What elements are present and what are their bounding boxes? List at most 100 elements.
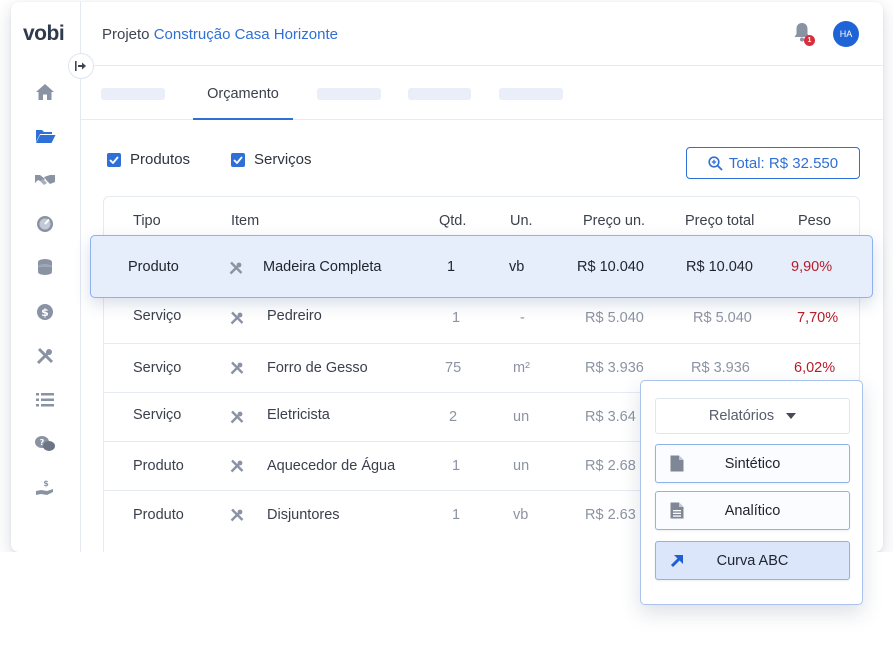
- cell-un: vb: [509, 259, 525, 275]
- tools-icon: [230, 459, 244, 473]
- cell-tipo: Produto: [128, 259, 179, 275]
- cell-item: Madeira Completa: [263, 259, 382, 275]
- report-sintetico-button[interactable]: Sintético: [655, 444, 850, 483]
- cell-qtd: 1: [452, 507, 461, 523]
- list-icon[interactable]: [33, 388, 57, 412]
- hand-dollar-icon[interactable]: $: [33, 476, 57, 500]
- cell-un: un: [513, 458, 530, 474]
- table-row[interactable]: Serviço Pedreiro 1 - R$ 5.040 R$ 5.040 7…: [104, 294, 861, 343]
- col-header[interactable]: Un.: [510, 213, 533, 229]
- tab-placeholder[interactable]: [408, 88, 471, 100]
- cell-item: Pedreiro: [267, 308, 322, 324]
- svg-text:$: $: [43, 479, 49, 488]
- cell-qtd: 2: [449, 409, 458, 425]
- document-lines-icon: [670, 502, 684, 519]
- report-item-label: Sintético: [724, 455, 781, 472]
- tools-icon: [230, 410, 244, 424]
- filter-servicos[interactable]: Serviços: [231, 151, 312, 168]
- cell-item: Aquecedor de Água: [267, 458, 396, 474]
- col-header[interactable]: Item: [231, 213, 259, 229]
- col-header[interactable]: Tipo: [133, 213, 161, 229]
- project-prefix: Projeto: [102, 26, 150, 43]
- cell-item: Eletricista: [267, 407, 330, 423]
- report-item-label: Curva ABC: [716, 552, 789, 569]
- tab-placeholder[interactable]: [499, 88, 563, 100]
- tools-icon: [229, 261, 243, 275]
- document-icon: [670, 455, 684, 472]
- table-row-highlighted[interactable]: Produto Madeira Completa 1 vb R$ 10.040 …: [90, 235, 873, 298]
- cell-preco-un: R$ 3.936: [585, 360, 644, 376]
- cell-qtd: 1: [452, 458, 461, 474]
- cell-tipo: Serviço: [133, 407, 182, 423]
- arrow-right-bar-icon: [75, 61, 86, 71]
- filter-servicos-label: Serviços: [254, 151, 312, 168]
- total-label: Total: R$ 32.550: [728, 154, 839, 172]
- report-curva-abc-button[interactable]: Curva ABC: [655, 541, 850, 580]
- tab-placeholder[interactable]: [317, 88, 381, 100]
- home-icon[interactable]: [33, 80, 57, 104]
- zoom-in-icon: [708, 155, 723, 171]
- cell-preco-total: R$ 3.936: [691, 360, 750, 376]
- checkbox-checked-icon[interactable]: [107, 152, 121, 167]
- tab-bar: Orçamento: [81, 66, 883, 120]
- cell-preco-total: R$ 5.040: [693, 310, 752, 326]
- reports-select-label: Relatórios: [708, 408, 775, 424]
- tools-icon[interactable]: [33, 344, 57, 368]
- report-item-label: Analítico: [724, 502, 781, 519]
- col-header[interactable]: Peso: [798, 213, 831, 229]
- cell-preco-un: R$ 2.68: [585, 458, 636, 474]
- sidebar-toggle-button[interactable]: [68, 53, 94, 79]
- cell-preco-un: R$ 10.040: [577, 259, 644, 275]
- tools-icon: [230, 361, 244, 375]
- cell-peso: 9,90%: [791, 259, 833, 275]
- filter-produtos-label: Produtos: [130, 151, 191, 168]
- handshake-icon[interactable]: [33, 168, 57, 192]
- notification-badge: 1: [804, 35, 815, 46]
- notifications-button[interactable]: 1: [793, 22, 815, 46]
- gauge-icon[interactable]: [33, 212, 57, 236]
- header: Projeto Construção Casa Horizonte 1 HA: [81, 2, 883, 66]
- cell-un: m²: [513, 360, 530, 376]
- tab-placeholder[interactable]: [101, 88, 165, 100]
- arrow-up-right-icon: [670, 555, 683, 568]
- project-name-link[interactable]: Construção Casa Horizonte: [154, 26, 338, 43]
- cell-un: -: [520, 310, 525, 326]
- col-header[interactable]: Preço total: [685, 213, 754, 229]
- page-title: Projeto Construção Casa Horizonte: [102, 26, 338, 43]
- dollar-coin-icon[interactable]: $: [33, 300, 57, 324]
- cell-tipo: Serviço: [133, 360, 182, 376]
- coins-stack-icon[interactable]: [33, 256, 57, 280]
- cell-preco-total: R$ 10.040: [686, 259, 753, 275]
- avatar[interactable]: HA: [833, 21, 859, 47]
- checkbox-checked-icon[interactable]: [231, 152, 245, 167]
- cell-un: un: [513, 409, 530, 425]
- logo: vobi: [23, 22, 65, 45]
- cell-qtd: 1: [447, 259, 456, 275]
- filter-produtos[interactable]: Produtos: [107, 151, 190, 168]
- cell-item: Forro de Gesso: [267, 360, 368, 376]
- col-header[interactable]: Preço un.: [583, 213, 645, 229]
- cell-qtd: 75: [445, 360, 462, 376]
- folder-open-icon[interactable]: [33, 124, 57, 148]
- cell-peso: 7,70%: [797, 310, 839, 326]
- cell-item: Disjuntores: [267, 507, 340, 523]
- cell-tipo: Produto: [133, 458, 184, 474]
- cell-tipo: Produto: [133, 507, 184, 523]
- caret-down-icon: [786, 413, 797, 419]
- cell-tipo: Serviço: [133, 308, 182, 324]
- total-button[interactable]: Total: R$ 32.550: [686, 147, 860, 179]
- cell-peso: 6,02%: [794, 360, 836, 376]
- report-analitico-button[interactable]: Analítico: [655, 491, 850, 530]
- svg-text:$: $: [41, 306, 49, 319]
- tab-orcamento[interactable]: Orçamento: [193, 66, 293, 120]
- cell-preco-un: R$ 3.64: [585, 409, 636, 425]
- cell-preco-un: R$ 2.63: [585, 507, 636, 523]
- cell-qtd: 1: [452, 310, 461, 326]
- reports-dropdown: Relatórios Sintético Analítico Curva ABC: [640, 380, 863, 605]
- svg-text:?: ?: [40, 438, 45, 447]
- tools-icon: [230, 508, 244, 522]
- reports-select[interactable]: Relatórios: [655, 398, 850, 434]
- col-header[interactable]: Qtd.: [439, 213, 466, 229]
- tools-icon: [230, 311, 244, 325]
- chat-question-icon[interactable]: ?: [33, 432, 57, 456]
